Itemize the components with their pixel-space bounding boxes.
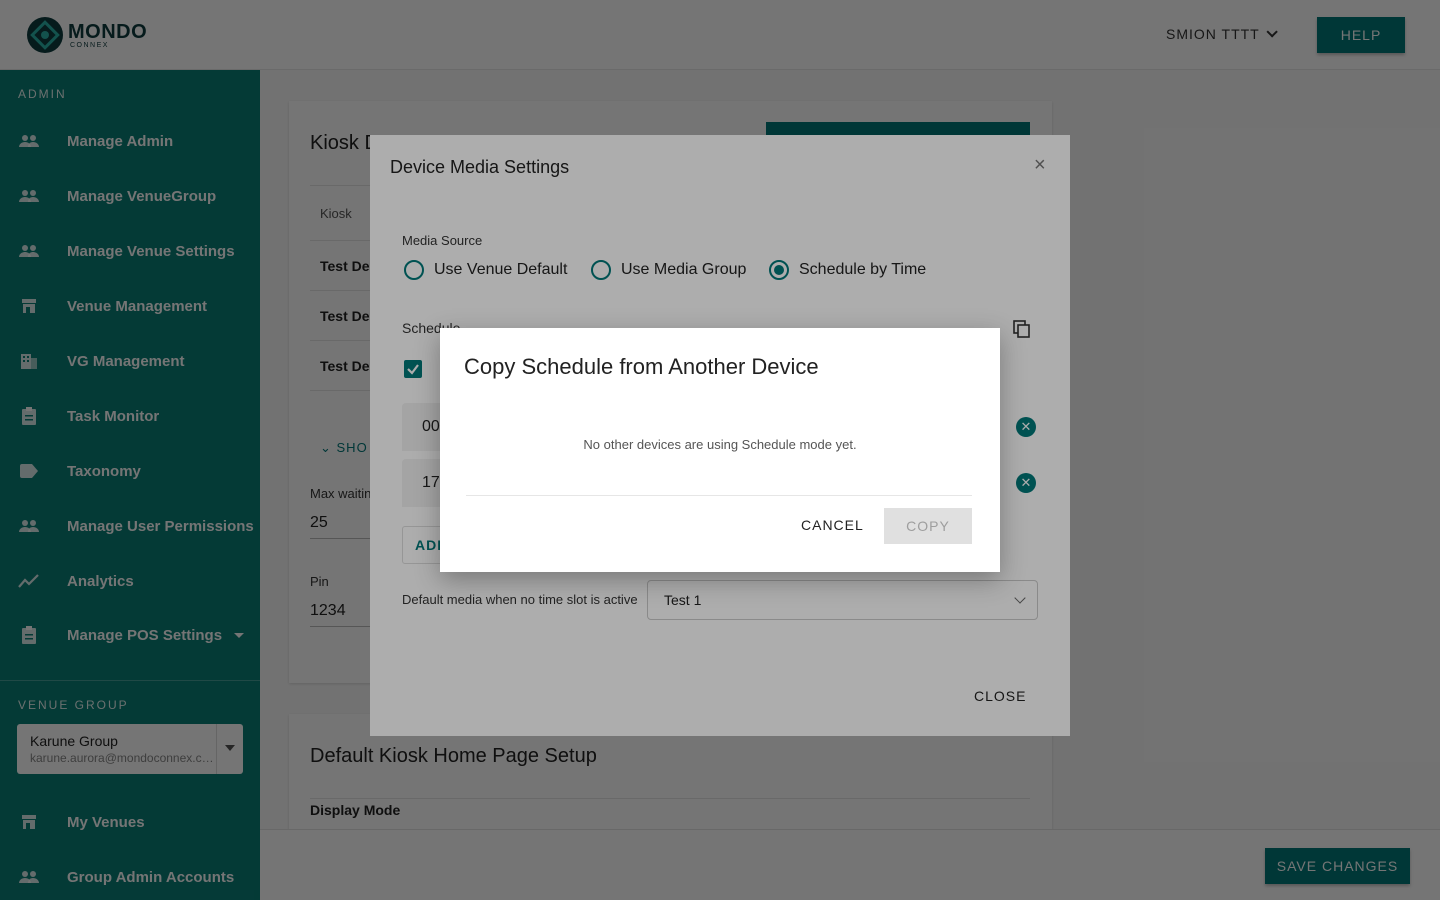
empty-state-message: No other devices are using Schedule mode… [583, 437, 857, 452]
dialog-title: Copy Schedule from Another Device [464, 354, 819, 379]
cancel-button[interactable]: CANCEL [801, 517, 864, 533]
copy-schedule-dialog: Copy Schedule from Another Device No oth… [440, 328, 1000, 572]
dialog-divider [466, 495, 972, 496]
copy-button[interactable]: COPY [884, 508, 972, 544]
